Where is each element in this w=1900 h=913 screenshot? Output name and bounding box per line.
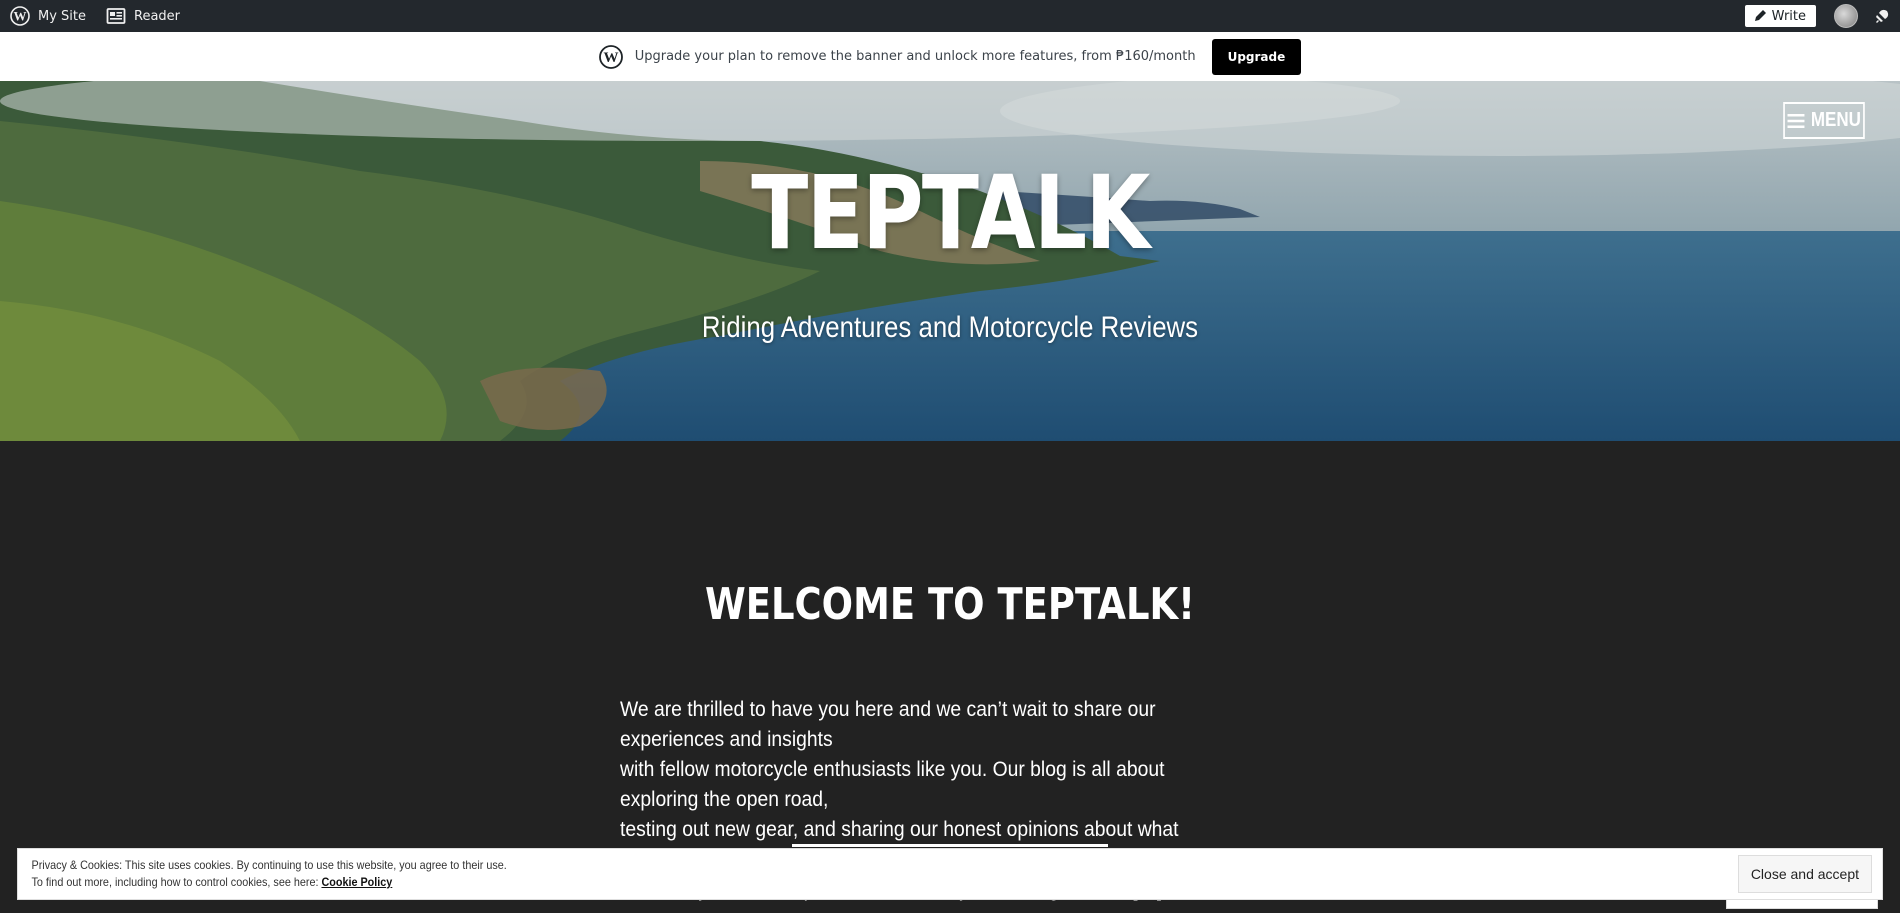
menu-button[interactable]: MENU [1783, 102, 1865, 139]
site-tagline: Riding Adventures and Motorcycle Reviews [701, 311, 1199, 344]
cookie-text: Privacy & Cookies: This site uses cookie… [18, 857, 507, 891]
wordpress-icon: W [10, 6, 30, 26]
post-title[interactable]: WELCOME TO TEPTALK! [152, 583, 1748, 627]
cookie-banner: Privacy & Cookies: This site uses cookie… [17, 848, 1883, 900]
main-content: WELCOME TO TEPTALK! We are thrilled to h… [0, 441, 1900, 913]
upgrade-banner: W Upgrade your plan to remove the banner… [0, 32, 1900, 82]
hero-header: MENU TEPTALK Riding Adventures and Motor… [0, 81, 1900, 441]
wordpress-logo-icon: W [598, 44, 623, 69]
read-more-button[interactable] [792, 844, 1108, 847]
cookie-policy-link[interactable]: Cookie Policy [321, 875, 392, 889]
write-button[interactable]: Write [1744, 5, 1816, 27]
write-label: Write [1771, 8, 1806, 24]
reader-icon [106, 6, 126, 26]
cookie-line-1: Privacy & Cookies: This site uses cookie… [31, 858, 507, 872]
close-and-accept-button[interactable]: Close and accept [1737, 855, 1872, 893]
cookie-line-2-prefix: To find out more, including how to contr… [31, 875, 322, 889]
reader-label: Reader [134, 8, 181, 24]
banner-text: Upgrade your plan to remove the banner a… [634, 49, 1196, 64]
svg-text:W: W [14, 9, 27, 24]
svg-text:W: W [603, 50, 618, 66]
bell-icon[interactable] [1872, 6, 1892, 26]
menu-label: MENU [1810, 109, 1861, 131]
reader-link[interactable]: Reader [96, 0, 190, 32]
my-site-label: My Site [38, 8, 87, 24]
hamburger-icon [1787, 113, 1805, 129]
my-site-link[interactable]: W My Site [0, 0, 96, 32]
cookie-line-2: To find out more, including how to contr… [32, 874, 507, 891]
upgrade-button[interactable]: Upgrade [1211, 38, 1302, 75]
avatar[interactable] [1834, 4, 1858, 28]
admin-bar: W My Site Reader Write [0, 0, 1900, 32]
excerpt-line: We are thrilled to have you here and we … [620, 698, 1156, 751]
excerpt-line: with fellow motorcycle enthusiasts like … [620, 758, 1165, 811]
site-title[interactable]: TEPTALK [171, 163, 1729, 265]
follow-tab[interactable] [1726, 900, 1878, 909]
pen-icon [1753, 9, 1767, 23]
